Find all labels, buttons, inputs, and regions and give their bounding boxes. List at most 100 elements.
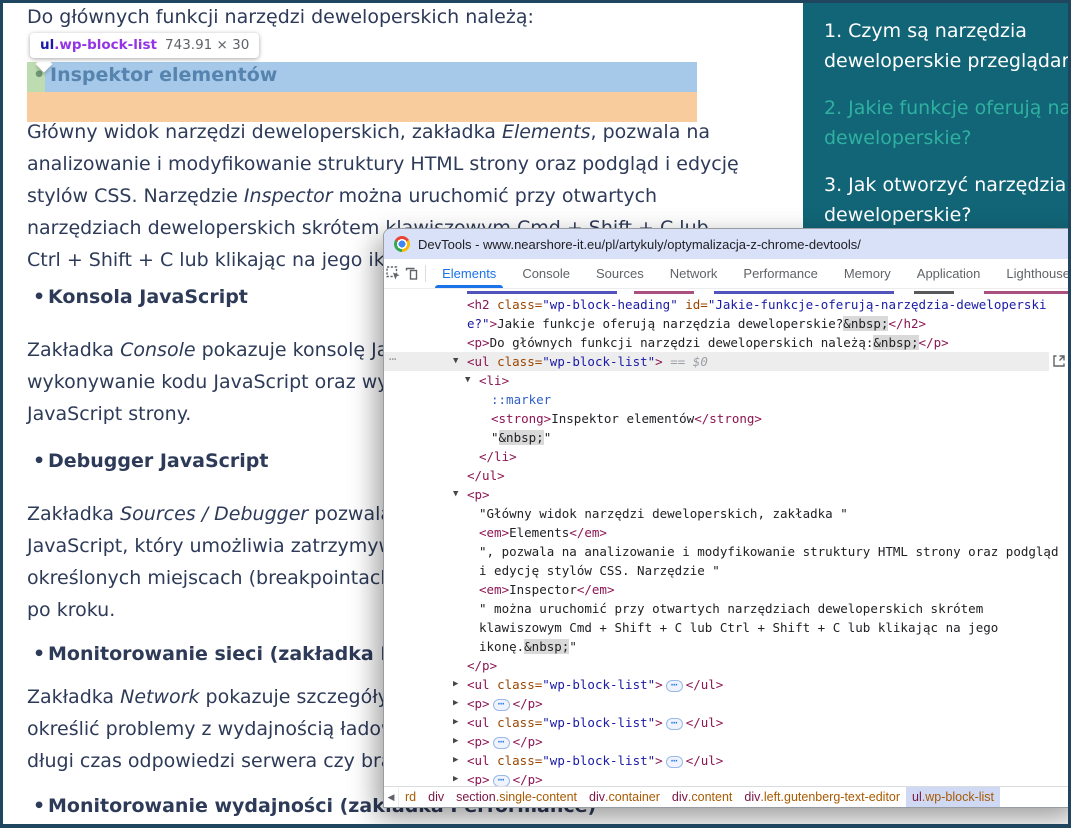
text-run: Network — [120, 686, 200, 708]
text-run: stylów CSS. Narzędzie — [27, 185, 244, 207]
dom-node-line: </li> — [384, 447, 1071, 466]
expand-inline-icon[interactable]: ⋯ — [665, 755, 683, 768]
selected-dom-node-line: ⋯ ▼ <ul class="wp-block-list"> == $0 — [384, 352, 1071, 371]
node-markup: klawiszowym Cmd + Shift + C lub Ctrl + S… — [384, 618, 1071, 637]
text-run: , pozwala na — [590, 121, 711, 143]
tab-memory[interactable]: Memory — [831, 259, 904, 288]
dom-node-line: i edycję stylów CSS. Narzędzie " — [384, 561, 1071, 580]
code-token: </strong> — [694, 411, 762, 426]
dom-node-line: e?">Jakie funkcje oferują narzędzia dewe… — [384, 314, 1071, 333]
code-token: <li> — [479, 373, 510, 388]
tab-console[interactable]: Console — [509, 259, 583, 288]
code-token: Do głównych funkcji narzędzi dewelopersk… — [489, 335, 874, 350]
node-markup: ikonę.&nbsp;" — [384, 637, 1071, 656]
breadcrumb-item[interactable]: div .left.gutenberg-text-editor — [738, 787, 906, 807]
tab-performance[interactable]: Performance — [730, 259, 830, 288]
code-token: <ul — [467, 677, 498, 692]
dom-node-line: ::marker — [384, 390, 1071, 409]
breadcrumb-list: rd div section .single-content div .container… — [399, 787, 1001, 807]
inspect-tooltip: ul.wp-block-list 743.91 × 30 — [30, 33, 260, 58]
node-markup: <ul class="wp-block-list"> ⋯ </ul> — [384, 751, 1071, 770]
breadcrumb-tag: div — [671, 790, 688, 804]
breadcrumb-scroll-left-icon[interactable]: ◀ — [384, 787, 399, 807]
code-token: e?" — [467, 316, 490, 331]
code-token: </p> — [512, 772, 543, 786]
tab-lighthouse[interactable]: Lighthouse — [993, 259, 1071, 288]
code-token: &nbsp; — [524, 639, 570, 654]
tab-application[interactable]: Application — [904, 259, 994, 288]
text-run: JavaScript strony. — [27, 403, 192, 425]
expand-inline-icon[interactable]: ⋯ — [665, 679, 683, 692]
breadcrumb-class: .single-content — [495, 790, 578, 804]
sidebar-toc-item[interactable]: 2. Jakie funkcje oferują narzędzia dewel… — [824, 93, 1071, 153]
code-token: </ul> — [685, 753, 724, 768]
dom-node-line: " można uruchomić przy otwartych narzędz… — [384, 599, 1071, 618]
node-markup: e?">Jakie funkcje oferują narzędzia dewe… — [384, 314, 1071, 333]
node-markup: <h2 class="wp-block-heading" id="Jakie-f… — [384, 295, 1071, 314]
expand-inline-icon[interactable]: ⋯ — [665, 717, 683, 730]
text-run: Sources / Debugger — [120, 503, 309, 525]
expand-inline-icon[interactable]: ⋯ — [492, 736, 510, 749]
tooltip-selector-class: .wp-block-list — [54, 37, 158, 53]
dom-node-line: <em>Inspector</em> — [384, 580, 1071, 599]
dom-node-line: ▶ <p> ⋯ </p> — [384, 732, 1071, 751]
code-token: </h2> — [888, 316, 927, 331]
node-markup: <ul class="wp-block-list"> == $0 — [384, 352, 1071, 371]
expand-inline-icon[interactable]: ⋯ — [492, 698, 510, 711]
tab-sources[interactable]: Sources — [583, 259, 657, 288]
code-token: <p> — [467, 734, 490, 749]
tab-elements[interactable]: Elements — [429, 259, 509, 288]
code-token: &nbsp; — [843, 316, 889, 331]
code-token: <p> — [467, 772, 490, 786]
code-token: > — [655, 354, 663, 369]
expand-inline-icon[interactable]: ⋯ — [492, 774, 510, 786]
code-token: </li> — [479, 449, 517, 464]
code-token: </em> — [576, 582, 615, 597]
node-markup: i edycję stylów CSS. Narzędzie " — [384, 561, 1071, 580]
clipped-text-fragment — [714, 291, 894, 294]
list-bullet: • — [33, 450, 46, 472]
node-markup: <p> ⋯ </p> — [384, 694, 1071, 713]
devtools-tabs: Elements Console Sources Network Performance… — [429, 259, 1071, 288]
code-token: <h2 — [467, 297, 498, 312]
inspect-element-icon[interactable] — [384, 259, 402, 288]
breadcrumb-tag: div — [744, 790, 761, 804]
breadcrumb-item[interactable]: rd — [399, 787, 422, 807]
dom-node-line: <h2 class="wp-block-heading" id="Jakie-f… — [384, 295, 1071, 314]
breadcrumb-item[interactable]: div — [422, 787, 450, 807]
code-token: "wp-block-list" — [542, 715, 656, 730]
dom-node-line: ▶ <p> ⋯ </p> — [384, 694, 1071, 713]
code-token: Inspektor elementów — [551, 411, 695, 426]
node-markup: <em>Inspector</em> — [384, 580, 1071, 599]
sidebar-toc-item[interactable]: 3. Jak otworzyć narzędzia deweloperskie? — [824, 170, 1071, 230]
dom-node-line: klawiszowym Cmd + Shift + C lub Ctrl + S… — [384, 618, 1071, 637]
paragraph-line: stylów CSS. Narzędzie Inspector można ur… — [27, 185, 657, 207]
list-bullet: • — [33, 286, 46, 308]
dom-node-line: ▼ <li> — [384, 371, 1071, 390]
sidebar-toc-item[interactable]: 1. Czym są narzędzia deweloperskie przeg… — [824, 16, 1071, 76]
code-token: </p> — [512, 734, 543, 749]
devtools-window: DevTools - www.nearshore-it.eu/pl/artyku… — [383, 228, 1071, 808]
devtools-titlebar[interactable]: DevTools - www.nearshore-it.eu/pl/artyku… — [384, 229, 1071, 259]
code-token: <p> — [467, 335, 490, 350]
breadcrumb-item[interactable]: div .content — [666, 787, 738, 807]
breadcrumb-item[interactable]: div .container — [583, 787, 666, 807]
code-token: ikonę. — [479, 639, 525, 654]
code-token: == $0 — [662, 354, 708, 369]
dom-node-line: </p> — [384, 656, 1071, 675]
device-toolbar-icon[interactable] — [402, 259, 420, 288]
dom-node-line: "Główny widok narzędzi deweloperskich, z… — [384, 504, 1071, 523]
breadcrumb-class: .left.gutenberg-text-editor — [760, 790, 901, 804]
paragraph-line: Główny widok narzędzi deweloperskich, za… — [27, 121, 710, 143]
code-token: class= — [497, 715, 543, 730]
code-token: "wp-block-list" — [542, 677, 656, 692]
tab-network[interactable]: Network — [657, 259, 731, 288]
code-token: &nbsp; — [498, 430, 544, 445]
node-markup: ::marker — [384, 390, 1071, 409]
breadcrumb-item[interactable]: section .single-content — [450, 787, 583, 807]
breadcrumb-item[interactable]: ul .wp-block-list — [906, 787, 1001, 807]
text-run: Zakładka — [27, 686, 121, 708]
text-run: Główny widok narzędzi deweloperskich, za… — [27, 121, 502, 143]
node-markup: <ul class="wp-block-list"> ⋯ </ul> — [384, 675, 1071, 694]
tooltip-selector-tag: ul — [40, 37, 55, 53]
